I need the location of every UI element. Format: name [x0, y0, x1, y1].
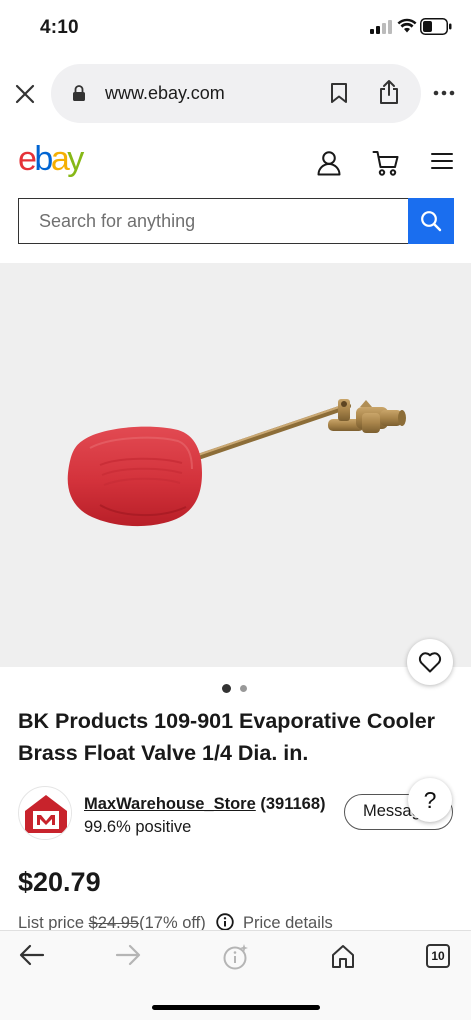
address-bar[interactable]: www.ebay.com — [51, 64, 421, 123]
logo-letter: a — [50, 140, 70, 178]
seller-feedback-count: (391168) — [260, 795, 326, 813]
more-options-icon[interactable] — [433, 90, 455, 96]
product-title: BK Products 109-901 Evaporative Cooler B… — [18, 709, 436, 765]
search-input[interactable] — [18, 198, 410, 244]
logo-letter: e — [18, 140, 37, 178]
status-bar: 4:10 — [0, 0, 471, 56]
gallery-pagination — [222, 684, 247, 693]
product-image-gallery[interactable] — [0, 263, 471, 667]
store-logo-icon — [20, 788, 71, 839]
wifi-icon — [397, 18, 417, 33]
help-button[interactable]: ? — [408, 778, 452, 822]
forward-arrow-icon[interactable] — [115, 943, 141, 967]
logo-letter: y — [67, 140, 84, 178]
seller-link[interactable]: MaxWarehouse_Store — [84, 795, 256, 813]
search-bar — [18, 198, 454, 244]
info-icon[interactable] — [216, 913, 235, 931]
cart-icon[interactable] — [372, 149, 400, 177]
tabs-button[interactable]: 10 — [426, 944, 450, 968]
bookmark-icon[interactable] — [330, 82, 348, 104]
search-icon — [421, 211, 442, 232]
cellular-signal-icon — [370, 20, 392, 34]
price: $20.79 — [18, 867, 101, 897]
seller-name: MaxWarehouse_Store (391168) — [84, 795, 326, 814]
ebay-logo[interactable]: ebay — [18, 140, 84, 179]
logo-letter: b — [34, 140, 53, 178]
product-image[interactable] — [60, 393, 410, 538]
browser-bar: www.ebay.com — [0, 64, 471, 124]
heart-icon — [418, 652, 442, 673]
search-button[interactable] — [408, 198, 454, 244]
pagination-dot-active[interactable] — [222, 684, 231, 693]
menu-icon[interactable] — [431, 152, 453, 170]
back-arrow-icon[interactable] — [19, 943, 45, 967]
seller-positive-rating: 99.6% positive — [84, 818, 192, 836]
battery-icon — [420, 18, 452, 35]
home-icon[interactable] — [330, 943, 356, 969]
pagination-dot[interactable] — [240, 685, 247, 692]
url-text[interactable]: www.ebay.com — [105, 83, 225, 104]
site-header: ebay — [0, 138, 471, 188]
watch-button[interactable] — [407, 639, 453, 685]
clock: 4:10 — [40, 17, 79, 38]
lock-icon — [73, 85, 85, 101]
seller-avatar[interactable] — [18, 786, 72, 840]
seller-info: MaxWarehouse_Store (391168) 99.6% positi… — [18, 786, 458, 842]
home-indicator — [152, 1005, 320, 1010]
user-icon[interactable] — [316, 150, 342, 176]
share-icon[interactable] — [378, 79, 400, 105]
close-icon[interactable] — [14, 83, 36, 105]
page-info-icon[interactable] — [222, 943, 250, 971]
